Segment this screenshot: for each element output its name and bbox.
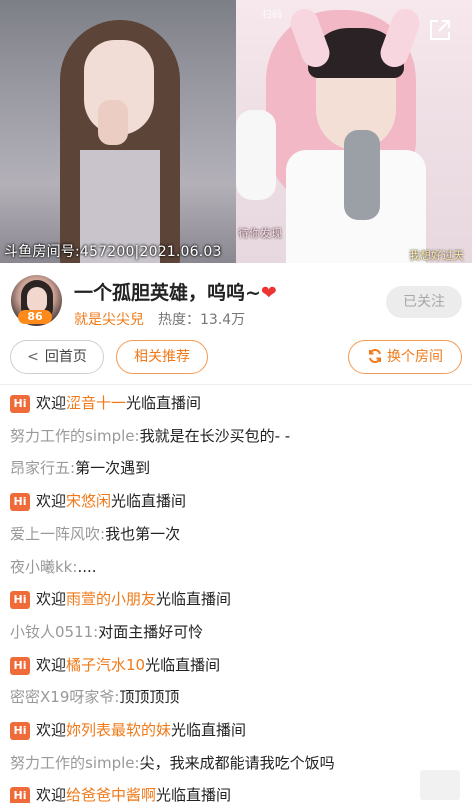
back-home-button[interactable]: < 回首页 bbox=[10, 340, 104, 374]
chat-message-row: 昂家行五:第一次遇到 bbox=[10, 452, 150, 484]
welcome-prefix: 欢迎 bbox=[36, 655, 67, 674]
hi-badge-icon: Hi bbox=[10, 656, 30, 675]
hi-badge-icon: Hi bbox=[10, 493, 30, 512]
chat-text: 对面主播好可怜 bbox=[98, 622, 204, 641]
welcome-prefix: 欢迎 bbox=[36, 590, 67, 609]
chat-username[interactable]: 努力工作的simple: bbox=[10, 754, 140, 772]
chevron-left-icon: < bbox=[27, 349, 39, 365]
chat-message-row: 爱上一阵风吹:我也第一次 bbox=[10, 518, 180, 550]
welcome-username[interactable]: 橘子汽水10 bbox=[66, 656, 145, 674]
chat-welcome-row: Hi 欢迎宋悠闲光临直播间 bbox=[10, 485, 186, 517]
welcome-suffix: 光临直播间 bbox=[156, 786, 232, 803]
chat-list[interactable]: Hi 欢迎涩音十一光临直播间 努力工作的simple:我就是在长沙买包的- - 昂家行… bbox=[0, 387, 472, 803]
chat-welcome-row: Hi 欢迎橘子汽水10光临直播间 bbox=[10, 649, 220, 681]
welcome-suffix: 光临直播间 bbox=[126, 394, 202, 412]
chat-message-row: 小钕人0511:对面主播好可怜 bbox=[10, 616, 203, 648]
chat-username[interactable]: 爱上一阵风吹: bbox=[10, 525, 105, 543]
related-recommend-button[interactable]: 相关推荐 bbox=[116, 340, 208, 374]
welcome-suffix: 光临直播间 bbox=[145, 655, 221, 674]
heat-count: 热度：13.4万 bbox=[158, 312, 246, 328]
divider bbox=[0, 384, 472, 385]
share-external-icon[interactable] bbox=[428, 18, 452, 42]
switch-room-label: 换个房间 bbox=[387, 349, 443, 365]
room-title: 一个孤胆英雄，呜呜~❤ bbox=[74, 278, 277, 305]
chat-username[interactable]: 密密X19呀家爷: bbox=[10, 688, 119, 706]
hi-badge-icon: Hi bbox=[10, 591, 30, 610]
chat-scroll-handle[interactable] bbox=[420, 770, 460, 800]
chat-message-row: 努力工作的simple:尖，我来成都能请我吃个饭吗 bbox=[10, 747, 335, 779]
welcome-prefix: 欢迎 bbox=[36, 721, 67, 739]
live-video-player[interactable]: 扫码 待你发现 我想好过天 斗鱼房间号:457200|2021.06.03 bbox=[0, 0, 472, 263]
room-title-text: 一个孤胆英雄，呜呜~ bbox=[74, 282, 261, 304]
chat-text: 尖，我来成都能请我吃个饭吗 bbox=[139, 753, 335, 772]
welcome-username[interactable]: 雨萱的小朋友 bbox=[66, 590, 156, 608]
room-nav-row: < 回首页 相关推荐 换个房间 bbox=[0, 340, 472, 380]
heart-icon: ❤ bbox=[260, 282, 277, 304]
welcome-username[interactable]: 妳列表最软的妹 bbox=[66, 721, 171, 739]
chat-username[interactable]: 昂家行五: bbox=[10, 459, 75, 477]
welcome-prefix: 欢迎 bbox=[36, 786, 67, 803]
chat-username[interactable]: 夜小曦kk: bbox=[10, 558, 77, 576]
welcome-suffix: 光临直播间 bbox=[171, 721, 247, 739]
refresh-icon bbox=[369, 348, 381, 364]
welcome-username[interactable]: 涩音十一 bbox=[66, 394, 126, 412]
left-camera-feed bbox=[0, 0, 236, 263]
streamer-name[interactable]: 就是尖尖兒 bbox=[74, 309, 144, 329]
room-info-panel: 86 一个孤胆英雄，呜呜~❤ 就是尖尖兒 热度：13.4万 已关注 bbox=[0, 263, 472, 343]
chat-username[interactable]: 努力工作的simple: bbox=[10, 427, 140, 445]
hi-badge-icon: Hi bbox=[10, 395, 30, 413]
back-home-label: 回首页 bbox=[44, 349, 87, 365]
chat-text: .... bbox=[77, 557, 97, 576]
welcome-username[interactable]: 宋悠闲 bbox=[66, 492, 111, 510]
hi-badge-icon: Hi bbox=[10, 787, 30, 803]
chat-text: 我也第一次 bbox=[105, 524, 181, 543]
welcome-suffix: 光临直播间 bbox=[156, 590, 232, 609]
follow-button[interactable]: 已关注 bbox=[386, 286, 462, 318]
switch-room-button[interactable]: 换个房间 bbox=[348, 340, 462, 374]
welcome-username[interactable]: 给爸爸中酱啊 bbox=[66, 786, 156, 803]
welcome-prefix: 欢迎 bbox=[36, 394, 67, 412]
streamer-level-badge: 86 bbox=[18, 310, 52, 324]
chat-username[interactable]: 小钕人0511: bbox=[10, 623, 98, 641]
chat-text: 我就是在长沙买包的- - bbox=[139, 426, 291, 445]
chat-message-row: 密密X19呀家爷:顶顶顶顶 bbox=[10, 681, 179, 713]
hi-badge-icon: Hi bbox=[10, 722, 30, 740]
chat-message-row: 努力工作的simple:我就是在长沙买包的- - bbox=[10, 420, 290, 452]
chat-welcome-row: Hi 欢迎涩音十一光临直播间 bbox=[10, 387, 201, 419]
chat-text: 第一次遇到 bbox=[75, 459, 151, 478]
camera-top-tag: 扫码 bbox=[262, 10, 282, 21]
welcome-prefix: 欢迎 bbox=[36, 492, 67, 511]
chat-message-row: 夜小曦kk:.... bbox=[10, 551, 97, 583]
room-watermark: 斗鱼房间号:457200|2021.06.03 bbox=[4, 244, 222, 260]
camera-right-tag: 我想好过天 bbox=[409, 249, 464, 262]
chat-welcome-row: Hi 欢迎妳列表最软的妹光临直播间 bbox=[10, 714, 246, 746]
chat-welcome-row: Hi 欢迎给爸爸中酱啊光临直播间 bbox=[10, 779, 231, 803]
welcome-suffix: 光临直播间 bbox=[111, 492, 187, 511]
chat-welcome-row: Hi 欢迎雨萱的小朋友光临直播间 bbox=[10, 583, 231, 615]
chat-text: 顶顶顶顶 bbox=[119, 688, 180, 707]
camera-left-tag: 待你发现 bbox=[238, 227, 282, 240]
